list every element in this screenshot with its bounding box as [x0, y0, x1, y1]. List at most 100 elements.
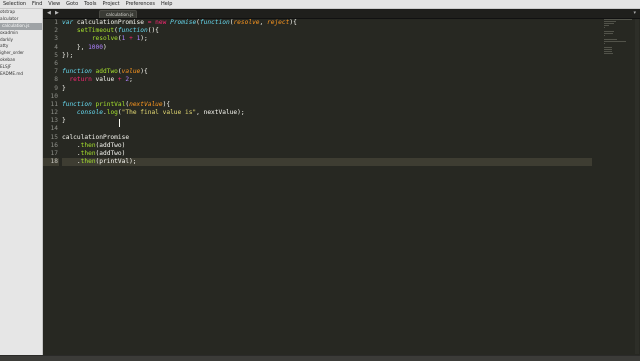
code-line [62, 60, 592, 68]
code-line: setTimeout(function(){ [62, 27, 592, 35]
sidebar-item[interactable]: atty [0, 43, 42, 50]
sidebar-item[interactable]: calculation.js [0, 23, 42, 30]
code-token: , [260, 19, 267, 26]
code-token: ); [140, 35, 147, 42]
sidebar-item[interactable]: otstrap [0, 9, 42, 16]
minimap-line [604, 27, 605, 28]
code-line: resolve(1 + 1); [62, 35, 592, 43]
menu-item-goto[interactable]: Goto [63, 0, 81, 8]
code-token [62, 109, 77, 116]
code-token: . [62, 158, 81, 165]
code-token: }, [62, 44, 88, 51]
code-line: }, 1000) [62, 44, 592, 52]
sidebar-file-tree: otstrapalculatorcalculation.jsoxadmindar… [0, 9, 43, 360]
line-number: 1 [43, 19, 59, 27]
code-token: calculationPromise [73, 19, 148, 26]
code-token: Promise [170, 19, 196, 26]
line-number: 17 [43, 150, 59, 158]
menu-item-tools[interactable]: Tools [81, 0, 99, 8]
line-number: 2 [43, 27, 59, 35]
line-number: 8 [43, 76, 59, 84]
code-line: .then(addTwo) [62, 142, 592, 150]
menu-item-preferences[interactable]: Preferences [123, 0, 158, 8]
code-token: calculationPromise [62, 134, 129, 141]
tab-dropdown-icon[interactable]: ▾ [633, 10, 636, 17]
line-number: 12 [43, 109, 59, 117]
code-line: function printVal(nextValue){ [62, 101, 592, 109]
code-token: (printVal); [96, 158, 137, 165]
line-number: 5 [43, 52, 59, 60]
code-token: (addTwo) [96, 142, 126, 149]
sidebar-item[interactable]: igher_order [0, 50, 42, 57]
sidebar-item[interactable]: okeban [0, 57, 42, 64]
code-token: (){ [148, 27, 159, 34]
tab-calculation-js[interactable]: calculation.js [99, 10, 137, 18]
line-number: 6 [43, 60, 59, 68]
menu-item-selection[interactable]: Selection [0, 0, 29, 8]
code-line: return value + 2; [62, 76, 592, 84]
sidebar-item[interactable]: darkly [0, 37, 42, 44]
code-token: . [62, 150, 81, 157]
code-token: printVal [96, 101, 126, 108]
code-line: }); [62, 52, 592, 60]
code-token: value [122, 68, 141, 75]
code-token: console [77, 109, 103, 116]
code-line: } [62, 117, 592, 125]
code-token: nextValue [129, 101, 163, 108]
sidebar-item[interactable]: alculator [0, 16, 42, 23]
code-token: , nextValue); [196, 109, 244, 116]
code-line: .then(printVal); [62, 158, 592, 166]
code-token: resolve [233, 19, 259, 26]
code-token: function [118, 27, 148, 34]
tab-nav-left-icon[interactable]: ◀ [47, 10, 51, 17]
menu-item-view[interactable]: View [45, 0, 63, 8]
line-number: 14 [43, 125, 59, 133]
code-token: then [81, 142, 96, 149]
minimap[interactable] [604, 19, 634, 59]
line-number: 15 [43, 134, 59, 142]
minimap-line [604, 33, 613, 34]
code-token: addTwo [96, 68, 118, 75]
code-token: then [81, 158, 96, 165]
code-token: }); [62, 52, 73, 59]
sidebar-item[interactable]: oxadmin [0, 30, 42, 37]
code-token: reject [267, 19, 289, 26]
code-token: ){ [140, 68, 147, 75]
code-line [62, 93, 592, 101]
line-number: 4 [43, 44, 59, 52]
code-token: ){ [163, 101, 170, 108]
line-number: 9 [43, 85, 59, 93]
text-caret [119, 119, 120, 127]
code-token [62, 35, 92, 42]
code-line [62, 125, 592, 133]
code-token: function [200, 19, 230, 26]
code-token: then [81, 150, 96, 157]
menu-item-find[interactable]: Find [29, 0, 45, 8]
line-number: 10 [43, 93, 59, 101]
line-number: 3 [43, 35, 59, 43]
code-editor[interactable]: var calculationPromise = new Promise(fun… [62, 19, 592, 355]
menu-bar: SelectionFindViewGotoToolsProjectPrefere… [0, 0, 640, 9]
code-line: console.log("The final value is", nextVa… [62, 109, 592, 117]
code-line: .then(addTwo) [62, 150, 592, 158]
menu-item-help[interactable]: Help [158, 0, 175, 8]
code-line: calculationPromise [62, 134, 592, 142]
tab-bar: ◀ ▶ calculation.js ▾ [43, 9, 640, 19]
editor-scrollbar[interactable] [635, 19, 639, 354]
code-line: function addTwo(value){ [62, 68, 592, 76]
status-bar [0, 355, 640, 361]
sidebar-item[interactable]: EADME.md [0, 71, 42, 78]
line-number-gutter: 123456789101112131415161718 [43, 19, 59, 355]
code-token: var [62, 19, 73, 26]
code-token: function [62, 101, 92, 108]
menu-item-project[interactable]: Project [99, 0, 122, 8]
minimap-line [604, 53, 613, 54]
code-token: return [69, 76, 91, 83]
code-token: value [92, 76, 118, 83]
tab-nav-right-icon[interactable]: ▶ [55, 10, 59, 17]
sidebar-item[interactable]: ELSJF [0, 64, 42, 71]
code-token: function [62, 68, 92, 75]
code-token: 1000 [88, 44, 103, 51]
code-token: log [107, 109, 118, 116]
code-token: new [155, 19, 166, 26]
